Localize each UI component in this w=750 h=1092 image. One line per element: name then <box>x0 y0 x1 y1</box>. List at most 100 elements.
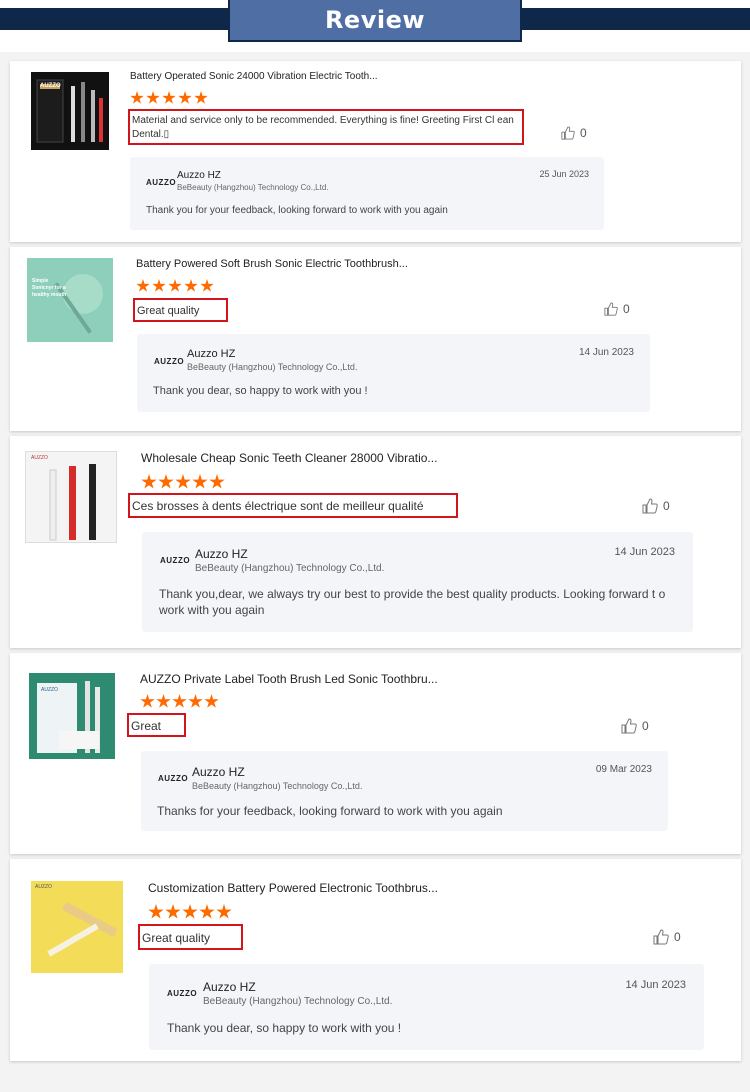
review-comment: Material and service only to be recommen… <box>128 109 524 145</box>
star-icon <box>165 904 181 919</box>
star-icon <box>156 694 171 708</box>
star-icon <box>178 91 192 104</box>
star-icon <box>184 279 198 292</box>
thumbs-up-icon <box>604 302 618 316</box>
reply-text: Thank you for your feedback, looking for… <box>146 205 448 216</box>
like-button[interactable]: 0 <box>561 126 587 140</box>
product-image[interactable]: AUZZO <box>31 881 123 973</box>
star-icon <box>182 904 198 919</box>
toothbrush-set-image <box>49 464 96 541</box>
rating-stars <box>148 904 232 919</box>
review-card: Simple Sonicnyr for a healthy mouth Batt… <box>10 247 741 431</box>
star-icon <box>216 904 232 919</box>
reply-date: 09 Mar 2023 <box>595 764 652 775</box>
rating-stars <box>130 91 208 105</box>
review-card: AUZZO Customization Battery Powered Elec… <box>10 859 741 1061</box>
rating-stars <box>141 474 225 489</box>
product-image[interactable]: AUZZO <box>29 673 115 759</box>
star-icon <box>136 279 150 292</box>
product-image[interactable]: AUZZO <box>25 451 117 543</box>
seller-company: BeBeauty (Hangzhou) Technology Co.,Ltd. <box>192 781 363 791</box>
reply-text: Thank you dear, so happy to work with yo… <box>167 1021 402 1035</box>
seller-logo: AUZZO <box>158 774 189 783</box>
product-image-label: Simple Sonicnyr for a healthy mouth <box>32 278 67 298</box>
seller-logo: AUZZO <box>154 357 185 366</box>
review-card: AUZZO AUZZO Private Label Tooth Brush Le… <box>10 653 741 854</box>
product-title[interactable]: Wholesale Cheap Sonic Teeth Cleaner 2800… <box>141 451 437 465</box>
star-icon <box>209 474 225 489</box>
star-icon <box>140 694 155 708</box>
review-card: AUZZO Wholesale Cheap Sonic Teeth Cleane… <box>10 436 741 648</box>
product-image-label: AUZZO <box>31 455 48 461</box>
review-comment: Great quality <box>138 924 243 950</box>
seller-logo: AUZZO <box>146 178 177 187</box>
product-title[interactable]: AUZZO Private Label Tooth Brush Led Soni… <box>140 672 438 686</box>
star-icon <box>130 91 144 104</box>
seller-name: Auzzo HZ <box>195 547 248 561</box>
star-icon <box>146 91 160 104</box>
review-comment: Great quality <box>133 298 228 322</box>
like-count: 0 <box>663 499 670 513</box>
reply-date: 14 Jun 2023 <box>614 546 675 558</box>
product-image-label: AUZZO <box>40 83 61 89</box>
like-button[interactable]: 0 <box>621 718 649 734</box>
seller-name: Auzzo HZ <box>187 348 236 360</box>
reply-text: Thanks for your feedback, looking forwar… <box>157 804 503 818</box>
seller-reply: AUZZO Auzzo HZ BeBeauty (Hangzhou) Techn… <box>130 157 604 230</box>
like-count: 0 <box>623 302 630 316</box>
like-count: 0 <box>674 930 681 944</box>
seller-logo: AUZZO <box>160 556 191 565</box>
seller-company: BeBeauty (Hangzhou) Technology Co.,Ltd. <box>203 996 393 1007</box>
star-icon <box>192 474 208 489</box>
seller-logo: AUZZO <box>167 989 198 998</box>
star-icon <box>194 91 208 104</box>
seller-reply: AUZZO Auzzo HZ BeBeauty (Hangzhou) Techn… <box>149 964 704 1050</box>
product-title[interactable]: Customization Battery Powered Electronic… <box>148 881 438 895</box>
seller-name: Auzzo HZ <box>203 980 256 994</box>
star-icon <box>152 279 166 292</box>
toothbrush-product-image <box>54 274 103 334</box>
star-icon <box>199 904 215 919</box>
star-icon <box>162 91 176 104</box>
reply-text: Thank you dear, so happy to work with yo… <box>153 385 368 397</box>
seller-company: BeBeauty (Hangzhou) Technology Co.,Ltd. <box>187 362 358 372</box>
header-banner: Review <box>0 0 750 52</box>
thumbs-up-icon <box>621 718 637 734</box>
star-icon <box>148 904 164 919</box>
rating-stars <box>140 694 219 708</box>
seller-company: BeBeauty (Hangzhou) Technology Co.,Ltd. <box>177 183 329 192</box>
reply-date: 14 Jun 2023 <box>578 347 634 358</box>
seller-name: Auzzo HZ <box>177 170 221 181</box>
review-comment: Great <box>127 713 186 737</box>
seller-company: BeBeauty (Hangzhou) Technology Co.,Ltd. <box>195 563 385 574</box>
banner-tab: Review <box>228 0 522 42</box>
star-icon <box>204 694 219 708</box>
like-button[interactable]: 0 <box>642 498 670 514</box>
thumbs-up-icon <box>653 929 669 945</box>
star-icon <box>172 694 187 708</box>
seller-name: Auzzo HZ <box>192 765 245 779</box>
like-button[interactable]: 0 <box>604 302 630 316</box>
product-image[interactable]: Simple Sonicnyr for a healthy mouth <box>27 258 113 342</box>
reply-date: 25 Jun 2023 <box>539 169 589 179</box>
like-button[interactable]: 0 <box>653 929 681 945</box>
star-icon <box>168 279 182 292</box>
thumbs-up-icon <box>561 126 575 140</box>
review-card: AUZZO Battery Operated Sonic 24000 Vibra… <box>10 61 741 242</box>
like-count: 0 <box>642 719 649 733</box>
product-title[interactable]: Battery Operated Sonic 24000 Vibration E… <box>130 71 378 82</box>
toothbrush-kit-image <box>37 681 100 753</box>
seller-reply: AUZZO Auzzo HZ BeBeauty (Hangzhou) Techn… <box>141 751 668 831</box>
product-image[interactable]: AUZZO <box>31 72 109 150</box>
seller-reply: AUZZO Auzzo HZ BeBeauty (Hangzhou) Techn… <box>137 334 650 412</box>
page-title: Review <box>324 6 426 34</box>
product-image-label: AUZZO <box>35 884 52 890</box>
toothbrush-yellow-image <box>47 901 118 957</box>
reply-text: Thank you,dear, we always try our best t… <box>159 587 666 617</box>
review-comment: Ces brosses à dents électrique sont de m… <box>128 493 458 518</box>
product-title[interactable]: Battery Powered Soft Brush Sonic Electri… <box>136 258 408 270</box>
seller-reply: AUZZO Auzzo HZ BeBeauty (Hangzhou) Techn… <box>142 532 693 632</box>
star-icon <box>158 474 174 489</box>
reply-date: 14 Jun 2023 <box>625 979 686 991</box>
thumbs-up-icon <box>642 498 658 514</box>
